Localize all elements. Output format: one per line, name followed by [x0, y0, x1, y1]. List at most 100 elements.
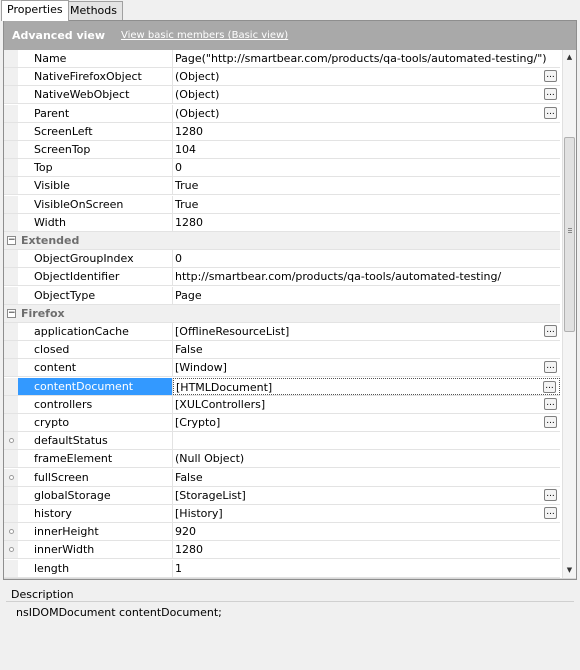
property-value[interactable]: [StorageList]...	[173, 487, 560, 504]
property-value[interactable]: False	[173, 341, 560, 358]
expand-dot-icon[interactable]	[9, 475, 14, 480]
scrollbar-thumb[interactable]	[564, 137, 575, 332]
property-name[interactable]: frameElement	[18, 450, 173, 467]
property-value[interactable]	[173, 432, 560, 449]
ellipsis-button[interactable]: ...	[544, 398, 557, 410]
expand-dot-icon[interactable]	[9, 547, 14, 552]
property-name[interactable]: NativeFirefoxObject	[18, 68, 173, 85]
property-name[interactable]: applicationCache	[18, 323, 173, 340]
property-row[interactable]: closed False	[4, 341, 560, 359]
property-row[interactable]: NativeFirefoxObject (Object)...	[4, 68, 560, 86]
property-value[interactable]: [History]...	[173, 505, 560, 522]
property-value[interactable]: (Object)...	[173, 68, 560, 85]
property-value[interactable]: (Object)...	[173, 86, 560, 103]
property-name[interactable]: crypto	[18, 414, 173, 431]
property-name[interactable]: closed	[18, 341, 173, 358]
scroll-down-icon[interactable]: ▼	[563, 563, 576, 577]
property-value[interactable]: 920	[173, 523, 560, 540]
property-value[interactable]: [Crypto]...	[173, 414, 560, 431]
property-name[interactable]: defaultStatus	[18, 432, 173, 449]
property-value[interactable]: 1280	[173, 123, 560, 140]
property-row[interactable]: controllers [XULControllers]...	[4, 396, 560, 414]
property-row[interactable]: Visible True	[4, 177, 560, 195]
property-row[interactable]: innerHeight 920	[4, 523, 560, 541]
property-value[interactable]: 1280	[173, 541, 560, 558]
collapse-icon[interactable]: −	[7, 309, 16, 318]
property-name[interactable]: Visible	[18, 177, 173, 194]
property-value[interactable]: 104	[173, 141, 560, 158]
property-row[interactable]: applicationCache [OfflineResourceList]...	[4, 323, 560, 341]
ellipsis-button[interactable]: ...	[544, 325, 557, 337]
property-name[interactable]: Width	[18, 214, 173, 231]
property-row[interactable]: frameElement (Null Object)	[4, 450, 560, 468]
property-row[interactable]: Parent (Object)...	[4, 105, 560, 123]
vertical-scrollbar[interactable]: ▲ ▼	[562, 50, 576, 578]
horizontal-scrollbar[interactable]	[4, 578, 576, 579]
property-row[interactable]: NativeWebObject (Object)...	[4, 86, 560, 104]
property-row[interactable]: history [History]...	[4, 505, 560, 523]
property-value[interactable]: 0	[173, 159, 560, 176]
ellipsis-button[interactable]: ...	[544, 107, 557, 119]
property-value[interactable]: http://smartbear.com/products/qa-tools/a…	[173, 268, 560, 285]
property-value[interactable]: True	[173, 177, 560, 194]
property-row[interactable]: fullScreen False	[4, 469, 560, 487]
property-name[interactable]: contentDocument	[18, 378, 173, 395]
property-name[interactable]: Name	[18, 50, 173, 67]
property-name[interactable]: history	[18, 505, 173, 522]
property-name[interactable]: innerHeight	[18, 523, 173, 540]
property-name[interactable]: ScreenLeft	[18, 123, 173, 140]
property-name[interactable]: content	[18, 359, 173, 376]
expand-dot-icon[interactable]	[9, 438, 14, 443]
property-value[interactable]: [Window]...	[173, 359, 560, 376]
property-row[interactable]: VisibleOnScreen True	[4, 196, 560, 214]
property-value[interactable]: Page	[173, 287, 560, 304]
property-row[interactable]: crypto [Crypto]...	[4, 414, 560, 432]
property-row[interactable]: ObjectType Page	[4, 287, 560, 305]
property-name[interactable]: VisibleOnScreen	[18, 196, 173, 213]
category-firefox[interactable]: − Firefox	[4, 305, 560, 323]
property-value[interactable]: 0	[173, 250, 560, 267]
property-row[interactable]: Width 1280	[4, 214, 560, 232]
property-name[interactable]: innerWidth	[18, 541, 173, 558]
property-row[interactable]: defaultStatus	[4, 432, 560, 450]
property-name[interactable]: Parent	[18, 105, 173, 122]
property-value[interactable]: [HTMLDocument]...	[173, 378, 560, 395]
property-name[interactable]: fullScreen	[18, 469, 173, 486]
basic-view-link[interactable]: View basic members (Basic view)	[121, 30, 288, 41]
property-value[interactable]: (Object)...	[173, 105, 560, 122]
property-row[interactable]: Top 0	[4, 159, 560, 177]
property-value[interactable]: (Null Object)	[173, 450, 560, 467]
property-name[interactable]: controllers	[18, 396, 173, 413]
ellipsis-button[interactable]: ...	[544, 88, 557, 100]
ellipsis-button[interactable]: ...	[544, 489, 557, 501]
property-value[interactable]: [OfflineResourceList]...	[173, 323, 560, 340]
property-value[interactable]: 1280	[173, 214, 560, 231]
tab-methods[interactable]: Methods	[64, 1, 123, 20]
ellipsis-button[interactable]: ...	[543, 381, 556, 393]
property-name[interactable]: ScreenTop	[18, 141, 173, 158]
property-name[interactable]: ObjectGroupIndex	[18, 250, 173, 267]
scroll-up-icon[interactable]: ▲	[563, 50, 576, 64]
property-row[interactable]: ObjectIdentifier http://smartbear.com/pro…	[4, 268, 560, 286]
property-name[interactable]: Top	[18, 159, 173, 176]
property-name[interactable]: NativeWebObject	[18, 86, 173, 103]
property-name[interactable]: ObjectType	[18, 287, 173, 304]
tab-properties[interactable]: Properties	[1, 0, 69, 21]
property-value[interactable]: False	[173, 469, 560, 486]
property-row[interactable]: Name Page("http://smartbear.com/products/…	[4, 50, 560, 68]
collapse-icon[interactable]: −	[7, 236, 16, 245]
property-value[interactable]: 1	[173, 560, 560, 577]
expand-dot-icon[interactable]	[9, 529, 14, 534]
property-row[interactable]: ScreenLeft 1280	[4, 123, 560, 141]
property-value[interactable]: [XULControllers]...	[173, 396, 560, 413]
ellipsis-button[interactable]: ...	[544, 507, 557, 519]
property-row[interactable]: innerWidth 1280	[4, 541, 560, 559]
property-row[interactable]: globalStorage [StorageList]...	[4, 487, 560, 505]
property-name[interactable]: ObjectIdentifier	[18, 268, 173, 285]
property-name[interactable]: globalStorage	[18, 487, 173, 504]
property-value[interactable]: Page("http://smartbear.com/products/qa-t…	[173, 50, 560, 67]
property-row[interactable]: ScreenTop 104	[4, 141, 560, 159]
ellipsis-button[interactable]: ...	[544, 416, 557, 428]
ellipsis-button[interactable]: ...	[544, 361, 557, 373]
property-name[interactable]: length	[18, 560, 173, 577]
